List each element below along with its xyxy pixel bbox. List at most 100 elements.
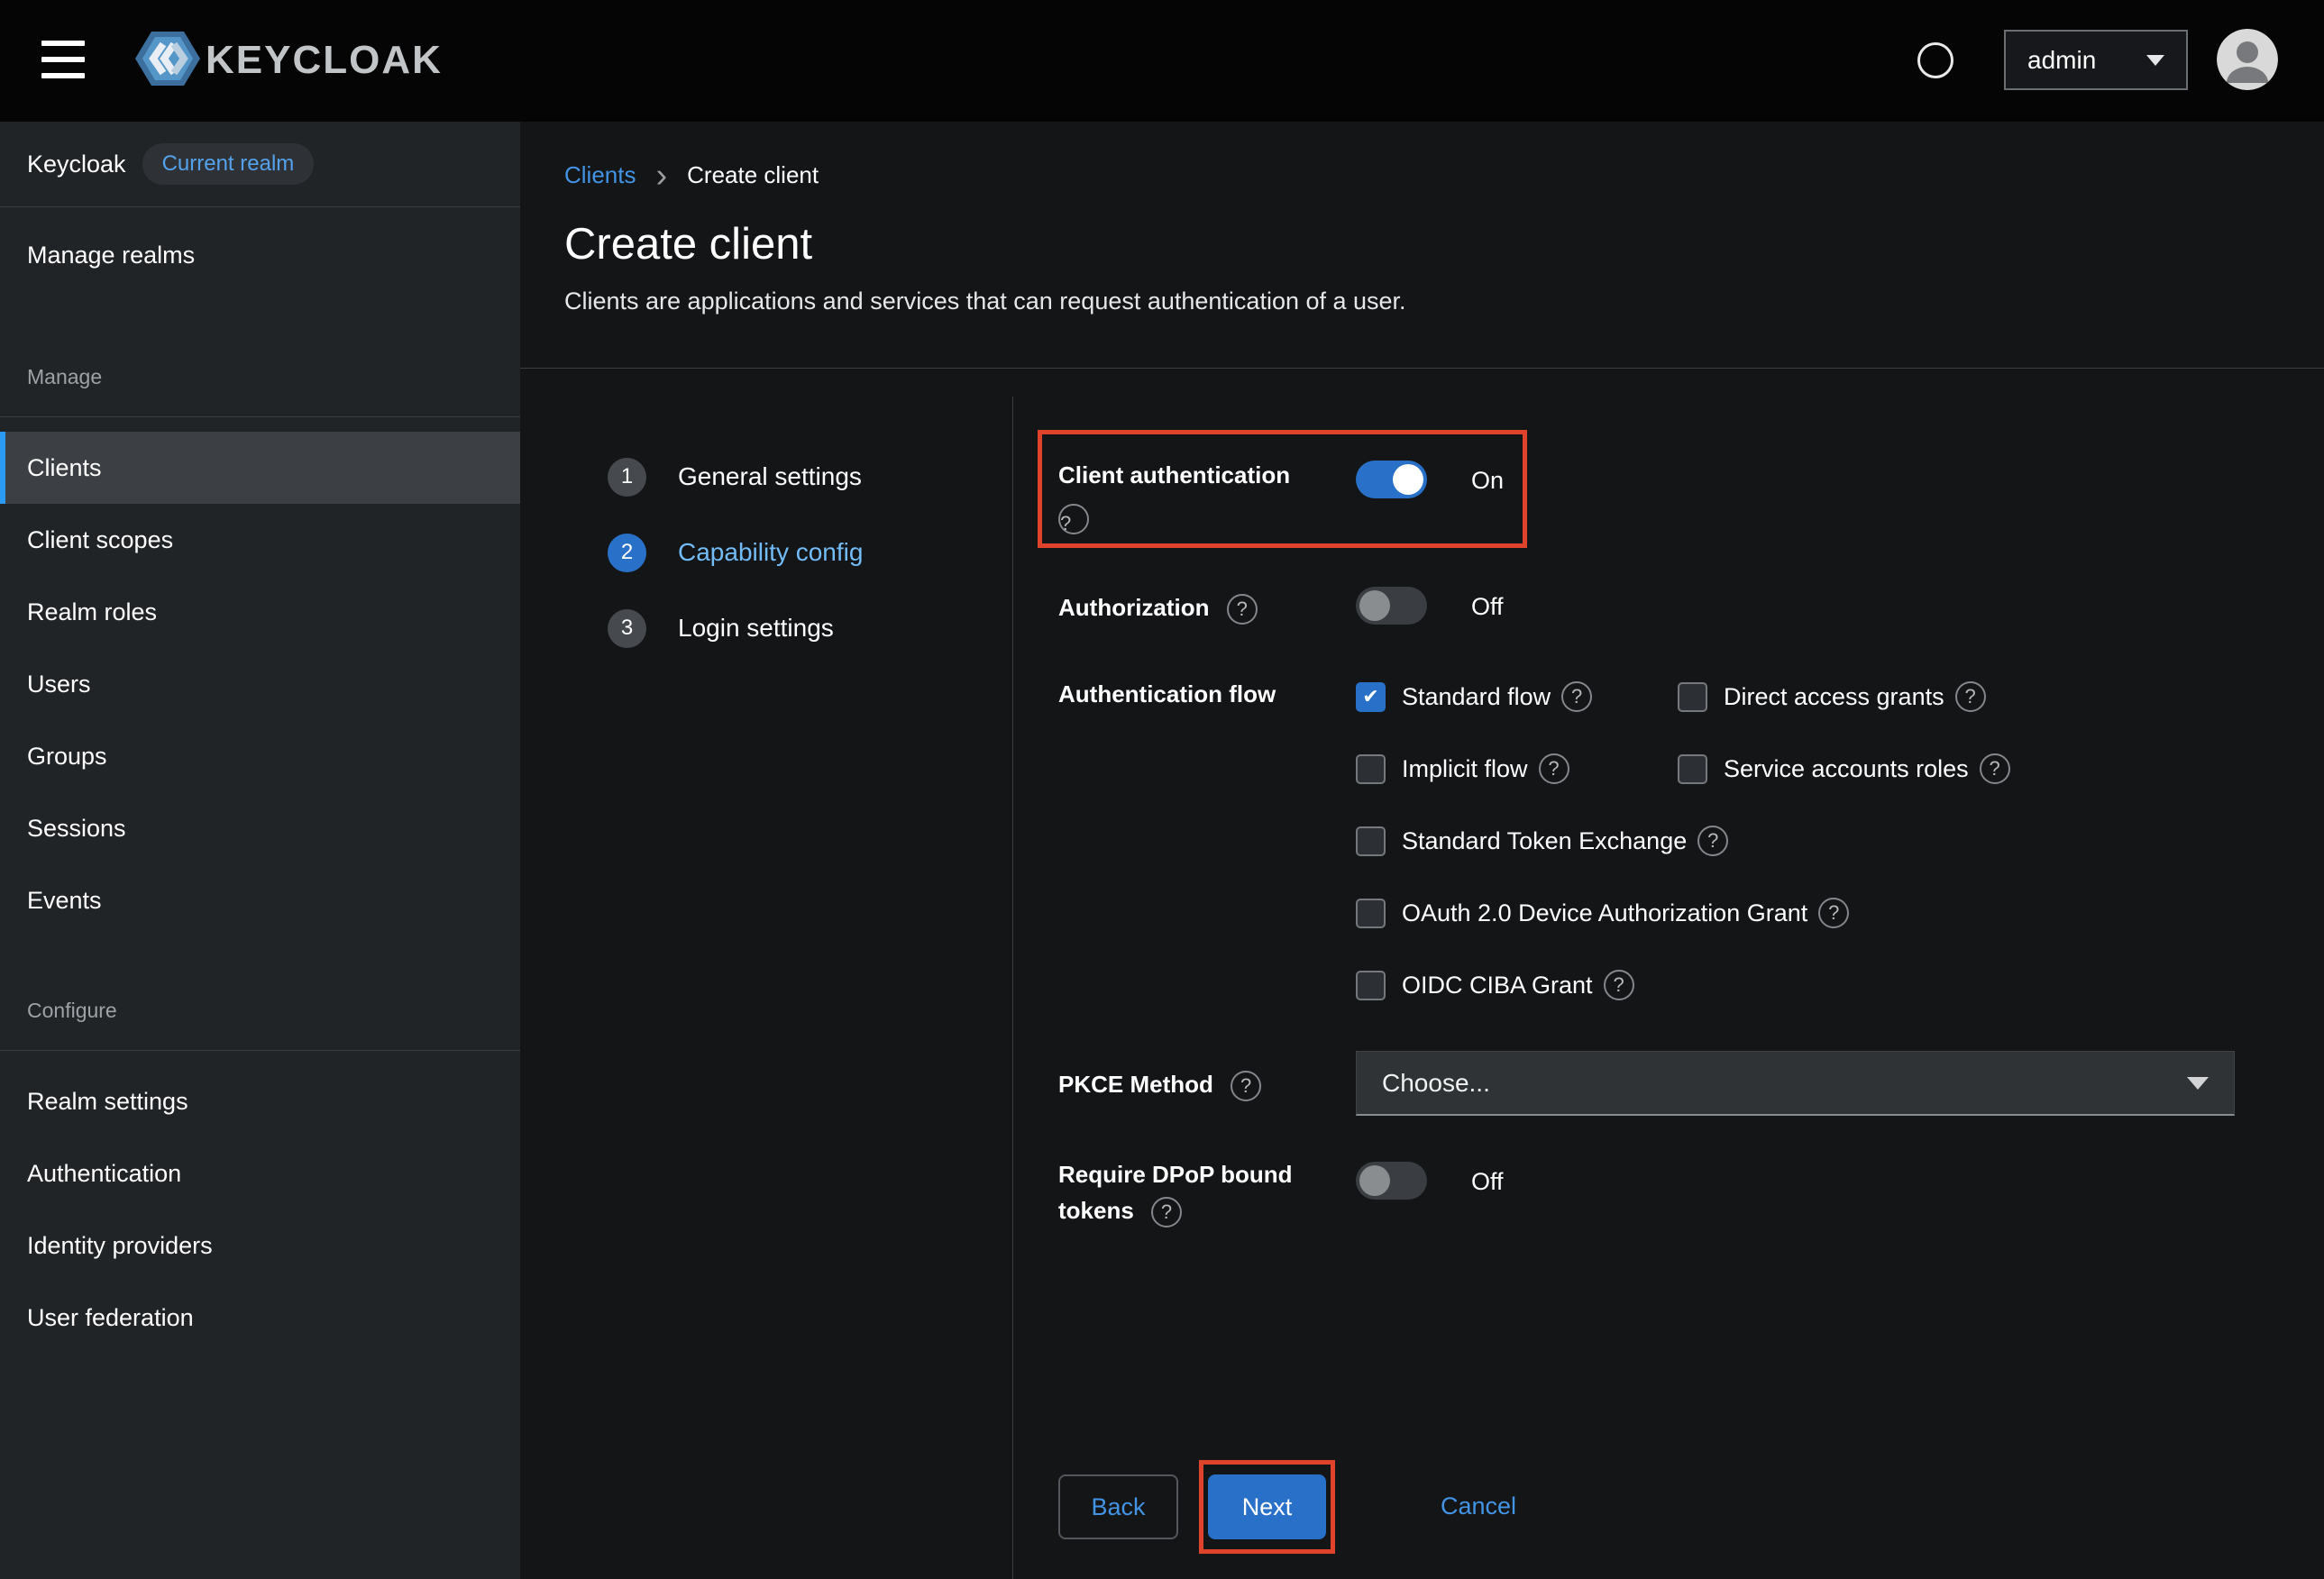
wizard-step-login-settings[interactable]: 3Login settings	[608, 590, 863, 666]
wizard-divider	[1012, 397, 1013, 1579]
current-realm-badge: Current realm	[142, 143, 315, 185]
authorization-state: Off	[1471, 589, 1504, 625]
nav-section-heading: Manage	[0, 359, 520, 395]
sidebar-item-users[interactable]: Users	[0, 648, 520, 720]
help-icon[interactable]	[1561, 681, 1592, 712]
sidebar-item-user-federation[interactable]: User federation	[0, 1282, 520, 1354]
nav-section-heading: Configure	[0, 992, 520, 1028]
authentication-flow-options: Standard flow Direct access grants Implici…	[1356, 661, 2037, 1021]
unchecked-checkbox-icon[interactable]	[1678, 754, 1707, 784]
user-avatar-icon[interactable]	[2217, 29, 2278, 90]
unchecked-checkbox-icon[interactable]	[1356, 754, 1386, 784]
sidebar-item-label: User federation	[27, 1304, 194, 1332]
help-icon[interactable]	[1227, 594, 1258, 625]
authentication-flow-label: Authentication flow	[1058, 676, 1276, 712]
cancel-button[interactable]: Cancel	[1441, 1486, 1516, 1526]
page-title: Create client	[564, 219, 812, 269]
checkbox-service-accounts-roles[interactable]: Service accounts roles	[1678, 753, 2037, 784]
checkbox-label: Standard flow	[1402, 683, 1551, 711]
pkce-method-value: Choose...	[1382, 1069, 1490, 1098]
sidebar: Keycloak Current realm Manage realms Man…	[0, 122, 520, 1579]
checkbox-direct-access-grants[interactable]: Direct access grants	[1678, 681, 2013, 712]
realm-selector[interactable]: Keycloak Current realm	[0, 122, 520, 207]
client-authentication-label-text: Client authentication	[1058, 461, 1290, 488]
header-divider	[520, 368, 2324, 369]
sidebar-item-label: Events	[27, 887, 102, 915]
checkbox-standard-token-exchange[interactable]: Standard Token Exchange	[1356, 826, 1755, 856]
help-icon[interactable]	[1980, 753, 2010, 784]
authorization-label: Authorization	[1058, 589, 1258, 625]
user-menu-dropdown[interactable]: admin	[2004, 30, 2188, 90]
chevron-down-icon	[2146, 55, 2164, 66]
sidebar-item-realm-roles[interactable]: Realm roles	[0, 576, 520, 648]
unchecked-checkbox-icon[interactable]	[1356, 899, 1386, 928]
wizard-step-capability-config[interactable]: 2Capability config	[608, 515, 863, 590]
checkbox-label: OAuth 2.0 Device Authorization Grant	[1402, 899, 1807, 927]
sidebar-nav: Manage Clients Client scopes Realm roles Use…	[0, 359, 520, 1354]
sidebar-item-authentication[interactable]: Authentication	[0, 1137, 520, 1209]
checkbox-implicit-flow[interactable]: Implicit flow	[1356, 753, 1678, 784]
flow-row: OIDC CIBA Grant	[1356, 949, 2037, 1021]
sidebar-item-groups[interactable]: Groups	[0, 720, 520, 792]
checkbox-oauth-2-0-device-authorization-grant[interactable]: OAuth 2.0 Device Authorization Grant	[1356, 898, 1876, 928]
hamburger-menu-icon[interactable]	[41, 41, 85, 80]
sidebar-item-label: Groups	[27, 743, 107, 771]
checkbox-label: Direct access grants	[1724, 683, 1944, 711]
dpop-label: Require DPoP bound tokens	[1058, 1156, 1342, 1228]
user-menu-label: admin	[2027, 46, 2096, 75]
client-authentication-state: On	[1471, 462, 1504, 498]
checked-checkbox-icon[interactable]	[1356, 682, 1386, 712]
pkce-method-label-text: PKCE Method	[1058, 1071, 1213, 1098]
help-icon[interactable]	[1818, 898, 1849, 928]
dpop-toggle[interactable]	[1356, 1162, 1427, 1200]
wizard-steps: 1General settings2Capability config3Logi…	[608, 439, 863, 666]
authorization-label-text: Authorization	[1058, 594, 1210, 621]
unchecked-checkbox-icon[interactable]	[1356, 826, 1386, 856]
sidebar-item-label: Users	[27, 671, 91, 698]
sidebar-item-client-scopes[interactable]: Client scopes	[0, 504, 520, 576]
help-icon[interactable]	[1539, 753, 1569, 784]
help-icon[interactable]	[1058, 504, 1089, 534]
sidebar-item-sessions[interactable]: Sessions	[0, 792, 520, 864]
flow-row: Standard Token Exchange	[1356, 805, 2037, 877]
checkbox-label: Service accounts roles	[1724, 755, 1969, 783]
breadcrumb-current: Create client	[687, 161, 819, 189]
pkce-method-label: PKCE Method	[1058, 1066, 1261, 1102]
toggle-knob	[1393, 464, 1423, 495]
toggle-knob	[1359, 590, 1390, 621]
sidebar-item-label: Sessions	[27, 815, 126, 843]
checkbox-oidc-ciba-grant[interactable]: OIDC CIBA Grant	[1356, 970, 1678, 1000]
sidebar-item-manage-realms[interactable]: Manage realms	[0, 207, 520, 303]
sidebar-item-label: Realm roles	[27, 598, 157, 626]
help-icon[interactable]	[1604, 970, 1634, 1000]
pkce-method-select[interactable]: Choose...	[1356, 1051, 2235, 1116]
keycloak-brand: KEYCLOAK	[133, 25, 443, 96]
sidebar-item-identity-providers[interactable]: Identity providers	[0, 1209, 520, 1282]
checkbox-label: Implicit flow	[1402, 755, 1528, 783]
back-button[interactable]: Back	[1058, 1474, 1178, 1539]
help-icon[interactable]	[1955, 681, 1986, 712]
main-content: Clients › Create client Create client Cl…	[520, 122, 2324, 1579]
next-button[interactable]: Next	[1208, 1474, 1326, 1539]
brand-name: KEYCLOAK	[206, 38, 443, 83]
checkbox-standard-flow[interactable]: Standard flow	[1356, 681, 1678, 712]
unchecked-checkbox-icon[interactable]	[1678, 682, 1707, 712]
realm-name: Keycloak	[27, 151, 126, 178]
sidebar-item-realm-settings[interactable]: Realm settings	[0, 1065, 520, 1137]
sidebar-item-clients[interactable]: Clients	[0, 432, 520, 504]
authorization-toggle[interactable]	[1356, 587, 1427, 625]
help-icon[interactable]	[1151, 1197, 1182, 1228]
breadcrumb-clients-link[interactable]: Clients	[564, 161, 636, 189]
keycloak-logo-icon	[133, 24, 202, 97]
help-icon[interactable]	[1231, 1071, 1261, 1101]
unchecked-checkbox-icon[interactable]	[1356, 971, 1386, 1000]
sidebar-item-label: Identity providers	[27, 1232, 213, 1260]
client-authentication-toggle[interactable]	[1356, 461, 1427, 498]
sidebar-item-events[interactable]: Events	[0, 864, 520, 936]
sidebar-item-label: Client scopes	[27, 526, 173, 554]
wizard-step-general-settings[interactable]: 1General settings	[608, 439, 863, 515]
help-icon[interactable]	[1697, 826, 1728, 856]
sidebar-item-label: Realm settings	[27, 1088, 188, 1116]
help-icon[interactable]	[1917, 42, 1953, 78]
wizard-step-label: General settings	[678, 462, 862, 491]
